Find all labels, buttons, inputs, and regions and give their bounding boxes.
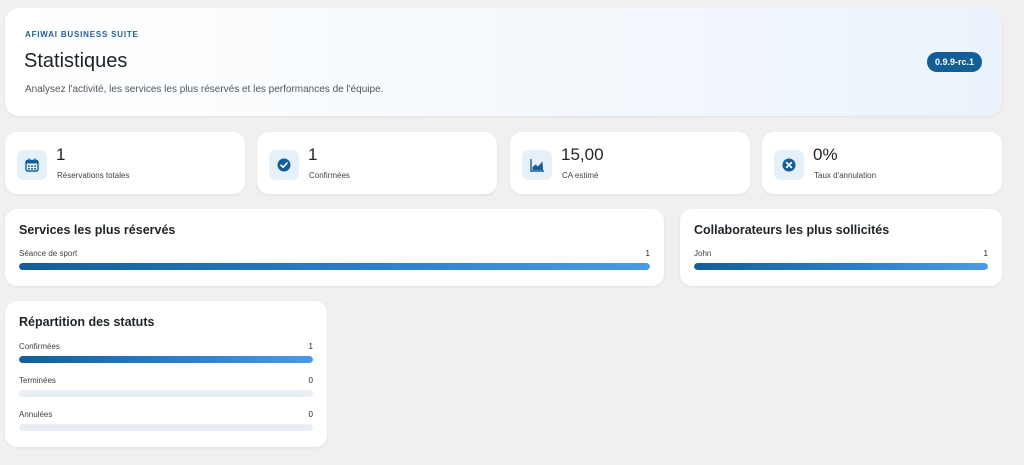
progress-track <box>19 424 313 431</box>
row-label: John <box>694 249 712 258</box>
kpi-label: CA estimé <box>562 171 599 180</box>
row-count: 1 <box>308 342 313 351</box>
kpi-value: 0% <box>813 145 838 164</box>
progress-fill <box>19 356 313 363</box>
calendar-icon <box>17 150 47 180</box>
status-distribution-panel: Répartition des statuts Confirmées 1 Ter… <box>5 301 327 447</box>
panel-title: Services les plus réservés <box>19 223 176 237</box>
kpi-value: 1 <box>308 145 318 164</box>
top-staff-panel: Collaborateurs les plus sollicités John … <box>680 209 1002 286</box>
suite-name: AFIWAI BUSINESS SUITE <box>25 30 139 39</box>
kpi-total-reservations: 1 Réservations totales <box>5 132 245 194</box>
progress-track <box>19 263 650 270</box>
progress-track <box>19 390 313 397</box>
row-count: 0 <box>308 376 313 385</box>
kpi-revenue: 15,00 CA estimé <box>510 132 750 194</box>
kpi-value: 1 <box>56 145 66 164</box>
top-services-panel: Services les plus réservés Séance de spo… <box>5 209 664 286</box>
panel-title: Collaborateurs les plus sollicités <box>694 223 890 237</box>
progress-track <box>19 356 313 363</box>
page-header: AFIWAI BUSINESS SUITE Statistiques Analy… <box>5 8 1002 116</box>
row-label: Annulées <box>19 410 53 419</box>
version-badge: 0.9.9-rc.1 <box>926 52 982 72</box>
chart-area-icon <box>522 150 552 180</box>
cancel-circle-icon <box>774 150 804 180</box>
progress-track <box>694 263 988 270</box>
kpi-label: Confirmées <box>309 171 350 180</box>
row-label: Terminées <box>19 376 56 385</box>
page-subtitle: Analysez l'activité, les services les pl… <box>25 84 384 95</box>
kpi-label: Réservations totales <box>57 171 130 180</box>
progress-fill <box>19 263 650 270</box>
row-label: Confirmées <box>19 342 60 351</box>
row-count: 1 <box>645 249 650 258</box>
panel-title: Répartition des statuts <box>19 315 155 329</box>
kpi-cancel-rate: 0% Taux d'annulation <box>762 132 1002 194</box>
kpi-confirmed: 1 Confirmées <box>257 132 497 194</box>
check-circle-icon <box>269 150 299 180</box>
page-title: Statistiques <box>24 50 128 72</box>
row-count: 0 <box>308 410 313 419</box>
progress-fill <box>694 263 988 270</box>
kpi-value: 15,00 <box>561 145 604 164</box>
row-label: Séance de sport <box>19 249 78 258</box>
kpi-label: Taux d'annulation <box>814 171 877 180</box>
row-count: 1 <box>983 249 988 258</box>
